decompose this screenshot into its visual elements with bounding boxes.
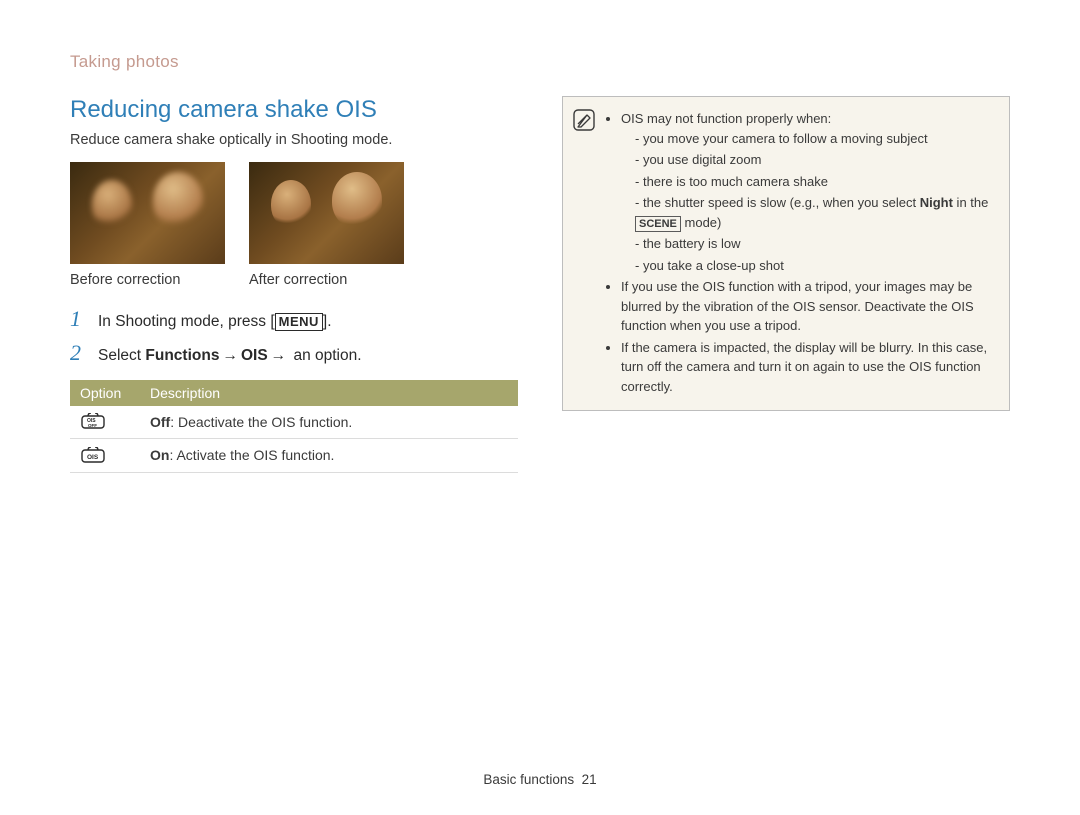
intro-text: Reduce camera shake optically in Shootin… <box>70 132 518 148</box>
section-heading: Reducing camera shake OIS <box>70 96 518 124</box>
note-d3-pre: the shutter speed is slow (e.g., when yo… <box>643 195 920 210</box>
step-2-pre: Select <box>98 347 145 364</box>
note-box: OIS may not function properly when: you … <box>562 96 1010 411</box>
step-2-post: an option. <box>289 347 361 364</box>
col-header-description: Description <box>140 380 518 406</box>
manual-page: Taking photos Reducing camera shake OIS … <box>0 0 1080 815</box>
ois-on-icon: OIS <box>80 446 106 464</box>
note-dash-list: you move your camera to follow a moving … <box>621 129 995 276</box>
scene-key-icon: SCENE <box>635 216 681 232</box>
note-bullet-0: OIS may not function properly when: you … <box>621 109 995 275</box>
step-number: 2 <box>70 340 88 366</box>
option-on-desc: : Activate the OIS function. <box>169 447 334 463</box>
table-row: OISOFF Off: Deactivate the OIS function. <box>70 406 518 439</box>
left-column: Reducing camera shake OIS Reduce camera … <box>70 96 518 473</box>
photo-after-caption: After correction <box>249 272 404 288</box>
breadcrumb: Taking photos <box>70 52 1010 72</box>
photo-after-wrap: After correction <box>249 162 404 288</box>
step-2: 2 Select Functions→OIS→ an option. <box>70 340 518 366</box>
step-1-text: In Shooting mode, press [MENU]. <box>98 313 332 331</box>
steps-list: 1 In Shooting mode, press [MENU]. 2 Sele… <box>70 306 518 366</box>
note-dash-3: the shutter speed is slow (e.g., when yo… <box>635 193 995 232</box>
note-dash-2: there is too much camera shake <box>635 172 995 192</box>
option-off-label: Off <box>150 414 170 430</box>
note-dash-1: you use digital zoom <box>635 150 995 170</box>
note-b0-text: OIS may not function properly when: <box>621 111 831 126</box>
note-bullets: OIS may not function properly when: you … <box>607 109 995 396</box>
step-1-pre: In Shooting mode, press [ <box>98 313 275 330</box>
svg-text:OFF: OFF <box>88 423 97 428</box>
page-footer: Basic functions 21 <box>0 772 1080 787</box>
note-dash-0: you move your camera to follow a moving … <box>635 129 995 149</box>
menu-key-icon: MENU <box>275 313 323 331</box>
note-bullet-1: If you use the OIS function with a tripo… <box>621 277 995 336</box>
right-column: OIS may not function properly when: you … <box>562 96 1010 473</box>
comparison-photos: Before correction After correction <box>70 162 518 288</box>
ois-off-icon: OISOFF <box>80 413 106 431</box>
step-2-text: Select Functions→OIS→ an option. <box>98 347 362 365</box>
step-1: 1 In Shooting mode, press [MENU]. <box>70 306 518 332</box>
note-dash-4: the battery is low <box>635 234 995 254</box>
note-dash-5: you take a close-up shot <box>635 256 995 276</box>
table-row: OIS On: Activate the OIS function. <box>70 439 518 472</box>
option-on-label: On <box>150 447 169 463</box>
arrow-icon: → <box>268 347 290 364</box>
step-number: 1 <box>70 306 88 332</box>
note-d3-bold: Night <box>920 195 953 210</box>
note-icon <box>573 109 595 137</box>
step-2-b2: OIS <box>241 347 268 364</box>
footer-page-number: 21 <box>582 772 597 787</box>
footer-label: Basic functions <box>483 772 574 787</box>
photo-before-caption: Before correction <box>70 272 225 288</box>
svg-text:OIS: OIS <box>87 454 99 461</box>
photo-before <box>70 162 225 264</box>
step-1-post: ]. <box>323 313 332 330</box>
step-2-b1: Functions <box>145 347 219 364</box>
arrow-icon: → <box>219 347 241 364</box>
two-column-layout: Reducing camera shake OIS Reduce camera … <box>70 96 1010 473</box>
photo-after <box>249 162 404 264</box>
option-off-desc: : Deactivate the OIS function. <box>170 414 352 430</box>
note-d3-mid: in the <box>953 195 988 210</box>
note-d3-post: mode) <box>681 215 721 230</box>
photo-before-wrap: Before correction <box>70 162 225 288</box>
options-table: Option Description OISOFF Off: Deactivat… <box>70 380 518 473</box>
note-bullet-2: If the camera is impacted, the display w… <box>621 338 995 397</box>
col-header-option: Option <box>70 380 140 406</box>
